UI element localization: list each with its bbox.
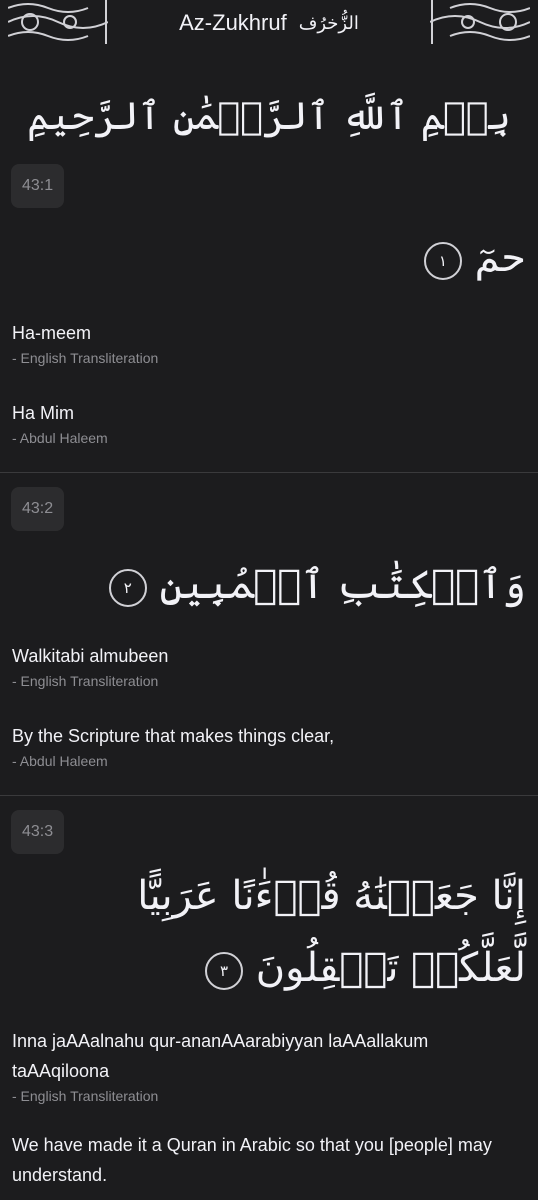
ayah-number-marker-icon: ٣ [205,952,244,990]
ornament-right-icon [430,0,530,44]
verse-arabic: وَٱلۡكِتَٰبِ ٱلۡمُبِينِ ٢ [0,551,538,619]
verse-number-badge[interactable]: 43:1 [11,164,65,208]
verse-arabic-text: حمٓ [474,235,526,281]
verse-43-2: 43:2 وَٱلۡكِتَٰبِ ٱلۡمُبِينِ ٢ Walkitabi… [0,473,538,771]
translation-block: By the Scripture that makes things clear… [0,721,538,771]
translation-source: - English Transliteration [12,1088,159,1104]
verse-43-3: 43:3 إِنَّا جَعَلۡنَٰهُ قُرۡءَٰنًا عَرَب… [0,796,538,1190]
verse-number-badge[interactable]: 43:2 [11,487,65,531]
surah-header: Az-Zukhruf الزُّخرُف [0,0,538,46]
verse-43-1: 43:1 حمٓ ١ Ha-meem - English Translitera… [0,164,538,448]
verse-arabic: إِنَّا جَعَلۡنَٰهُ قُرۡءَٰنًا عَرَبِيًّا… [0,860,538,1004]
translation-source: - Abdul Haleem [12,753,108,769]
translation-text: By the Scripture that makes things clear… [12,726,335,746]
bismillah: بِسۡمِ ٱللَّهِ ٱلرَّحۡمَٰنِ ٱلرَّحِيمِ [27,94,511,138]
ayah-number-marker-icon: ١ [423,242,462,280]
translation-source: - English Transliteration [12,350,159,366]
verse-arabic: حمٓ ١ [0,224,538,292]
title-wrap: Az-Zukhruf الزُّخرُف [179,10,359,36]
translation-block: We have made it a Quran in Arabic so tha… [0,1130,538,1190]
translation-block: Ha Mim - Abdul Haleem [0,398,538,448]
translation-block: Walkitabi almubeen - English Translitera… [0,641,538,691]
translation-source: - Abdul Haleem [12,430,108,446]
verse-number-badge[interactable]: 43:3 [11,810,65,854]
translation-block: Ha-meem - English Transliteration [0,318,538,368]
surah-title-arabic: الزُّخرُف [298,12,359,34]
surah-title: Az-Zukhruf [179,10,287,35]
verse-arabic-text: وَٱلۡكِتَٰبِ ٱلۡمُبِينِ [159,562,526,608]
translation-block: Inna jaAAalnahu qur-ananAAarabiyyan laAA… [0,1026,538,1106]
ornament-left-icon [8,0,108,44]
translation-text: Walkitabi almubeen [12,646,169,666]
ayah-number-marker-icon: ٢ [108,569,147,607]
translation-text: Ha-meem [12,323,92,343]
translation-text: We have made it a Quran in Arabic so tha… [12,1135,492,1185]
translation-text: Ha Mim [12,403,74,423]
translation-source: - English Transliteration [12,673,159,689]
verse-arabic-text: إِنَّا جَعَلۡنَٰهُ قُرۡءَٰنًا عَرَبِيًّا… [137,873,526,991]
translation-text: Inna jaAAalnahu qur-ananAAarabiyyan laAA… [12,1031,429,1081]
